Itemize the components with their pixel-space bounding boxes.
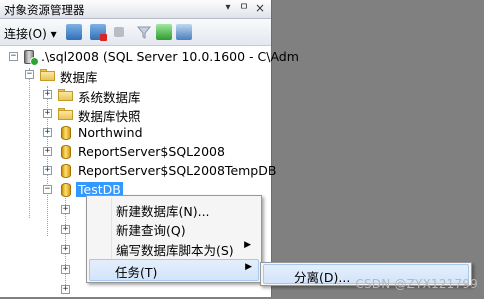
tree-item-label: 数据库快照 xyxy=(78,109,141,124)
refresh-icon[interactable] xyxy=(156,24,172,40)
stop-icon[interactable] xyxy=(114,27,124,37)
submenu-arrow-icon: ▶ xyxy=(245,262,252,272)
menu-item-new-query[interactable]: 新建查询(Q) xyxy=(89,217,259,239)
menu-item-label: 编写数据库脚本为(S) xyxy=(116,243,234,258)
summary-icon[interactable] xyxy=(176,24,192,40)
server-label: .\sql2008 (SQL Server 10.0.1600 - C\Adm xyxy=(41,49,299,64)
connect-label: 连接(O) xyxy=(4,27,47,41)
tree-item-label: 系统数据库 xyxy=(78,90,141,105)
tree-node-reportserver[interactable]: + ReportServer$SQL2008 xyxy=(0,143,272,161)
context-menu: 新建数据库(N)... 新建查询(Q) 编写数据库脚本为(S) ▶ 任务(T) … xyxy=(86,195,262,283)
tree-item-label: ReportServer$SQL2008 xyxy=(78,144,225,159)
expand-icon[interactable]: + xyxy=(43,166,52,175)
disconnect-icon[interactable] xyxy=(90,24,107,41)
folder-icon xyxy=(58,106,74,122)
database-icon xyxy=(58,182,74,198)
pin-icon[interactable]: ㅁ xyxy=(238,2,250,14)
expand-icon[interactable]: + xyxy=(61,245,70,254)
filter-icon[interactable] xyxy=(136,24,152,40)
tree-node-northwind[interactable]: + Northwind xyxy=(0,124,272,142)
tree-item-label: Northwind xyxy=(78,125,143,140)
tree-node-reportserver-tempdb[interactable]: + ReportServer$SQL2008TempDB xyxy=(0,162,276,180)
tree-node-database-snapshots[interactable]: + 数据库快照 xyxy=(0,105,272,124)
menu-item-tasks[interactable]: 任务(T) ▶ xyxy=(89,259,259,281)
databases-label: 数据库 xyxy=(60,70,98,85)
expand-icon[interactable]: + xyxy=(43,147,52,156)
close-icon[interactable]: × xyxy=(254,2,266,14)
expand-icon[interactable]: + xyxy=(61,205,70,214)
tree-node-server[interactable]: − .\sql2008 (SQL Server 10.0.1600 - C\Ad… xyxy=(0,48,299,66)
tree-node-child[interactable]: + xyxy=(0,281,272,299)
database-icon xyxy=(58,125,74,141)
database-icon xyxy=(58,144,74,160)
menu-item-label: 任务(T) xyxy=(115,265,158,280)
expand-icon[interactable]: + xyxy=(61,225,70,234)
folder-icon xyxy=(40,67,56,83)
collapse-icon[interactable]: − xyxy=(43,185,52,194)
connect-button[interactable]: 连接(O) ▾ xyxy=(4,25,57,42)
collapse-icon[interactable]: − xyxy=(9,52,18,61)
menu-item-label: 分离(D)... xyxy=(294,270,351,285)
expand-icon[interactable]: + xyxy=(61,285,70,294)
menu-item-script-database[interactable]: 编写数据库脚本为(S) ▶ xyxy=(89,237,259,259)
expand-icon[interactable]: + xyxy=(43,109,52,118)
dropdown-icon[interactable]: ▾ xyxy=(222,2,234,14)
server-icon xyxy=(22,49,39,66)
tree-node-databases[interactable]: − 数据库 xyxy=(0,66,272,85)
expand-icon[interactable]: + xyxy=(61,265,70,274)
expand-icon[interactable]: + xyxy=(43,90,52,99)
tree-node-system-databases[interactable]: + 系统数据库 xyxy=(0,86,272,105)
window-title: 对象资源管理器 xyxy=(4,3,85,17)
connect-object-icon[interactable] xyxy=(66,24,82,40)
toolbar: 连接(O) ▾ xyxy=(0,19,271,46)
expand-icon[interactable]: + xyxy=(43,128,52,137)
watermark: CSDN @ZYX121799 xyxy=(355,277,478,291)
chevron-down-icon: ▾ xyxy=(50,27,57,41)
title-bar: 对象资源管理器 ▾ ㅁ × xyxy=(0,0,271,19)
database-icon xyxy=(58,163,74,179)
tree-item-label: ReportServer$SQL2008TempDB xyxy=(78,163,277,178)
submenu-arrow-icon: ▶ xyxy=(244,240,251,250)
folder-icon xyxy=(58,87,74,103)
collapse-icon[interactable]: − xyxy=(25,70,34,79)
